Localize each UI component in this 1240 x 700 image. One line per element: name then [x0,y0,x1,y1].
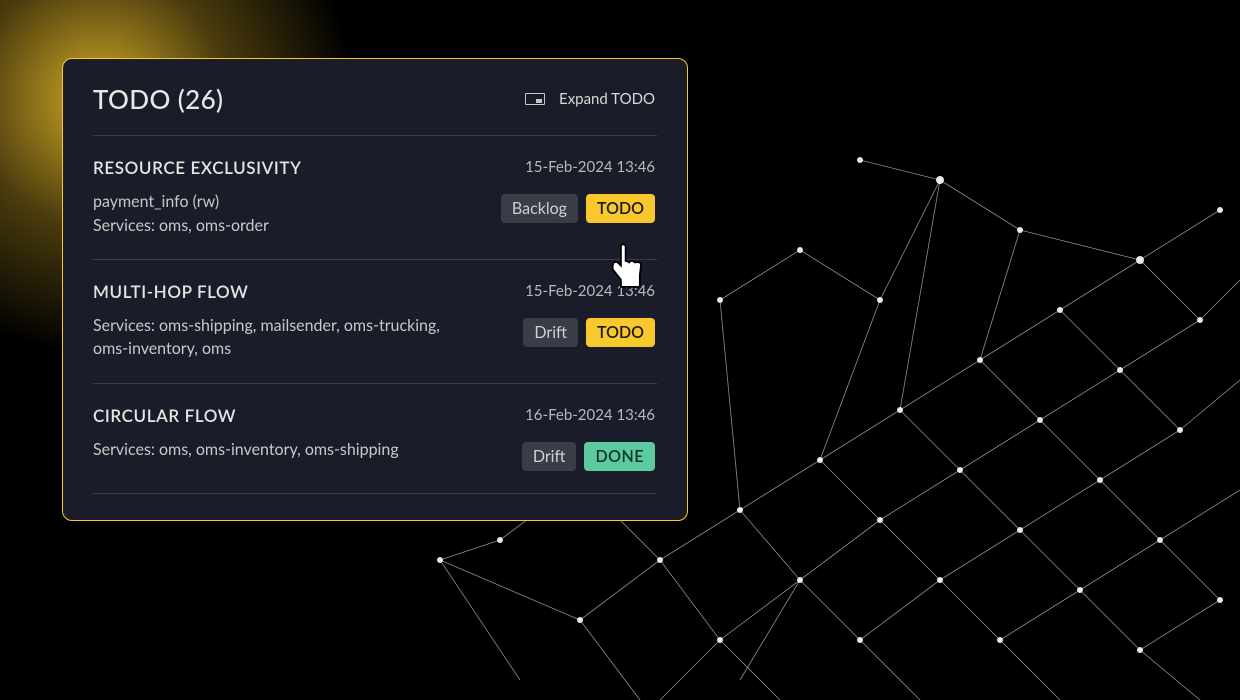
status-tag[interactable]: DONE [584,442,655,471]
expand-label: Expand TODO [559,90,655,108]
panel-header: TODO (26) Expand TODO [63,59,687,135]
item-details: payment_info (rw) Services: oms, oms-ord… [93,190,485,236]
expand-icon [525,93,545,105]
category-tag[interactable]: Drift [522,442,577,471]
item-name: CIRCULAR FLOW [93,406,506,426]
item-name: RESOURCE EXCLUSIVITY [93,158,485,178]
status-tag[interactable]: TODO [586,318,655,347]
divider [93,493,657,494]
category-tag[interactable]: Drift [523,318,578,347]
todo-item[interactable]: RESOURCE EXCLUSIVITY payment_info (rw) S… [63,136,687,259]
expand-todo-button[interactable]: Expand TODO [525,90,655,108]
item-details: Services: oms, oms-inventory, oms-shippi… [93,438,506,461]
item-timestamp: 15-Feb-2024 13:46 [525,282,655,300]
todo-item[interactable]: MULTI-HOP FLOW Services: oms-shipping, m… [63,260,687,383]
status-tag[interactable]: TODO [586,194,655,223]
category-tag[interactable]: Backlog [501,194,578,223]
item-timestamp: 16-Feb-2024 13:46 [525,406,655,424]
item-name: MULTI-HOP FLOW [93,282,507,302]
item-timestamp: 15-Feb-2024 13:46 [525,158,655,176]
todo-item[interactable]: CIRCULAR FLOW Services: oms, oms-invento… [63,384,687,493]
panel-title: TODO (26) [93,83,223,115]
item-details: Services: oms-shipping, mailsender, oms-… [93,314,507,360]
todo-panel: TODO (26) Expand TODO RESOURCE EXCLUSIVI… [62,58,688,521]
